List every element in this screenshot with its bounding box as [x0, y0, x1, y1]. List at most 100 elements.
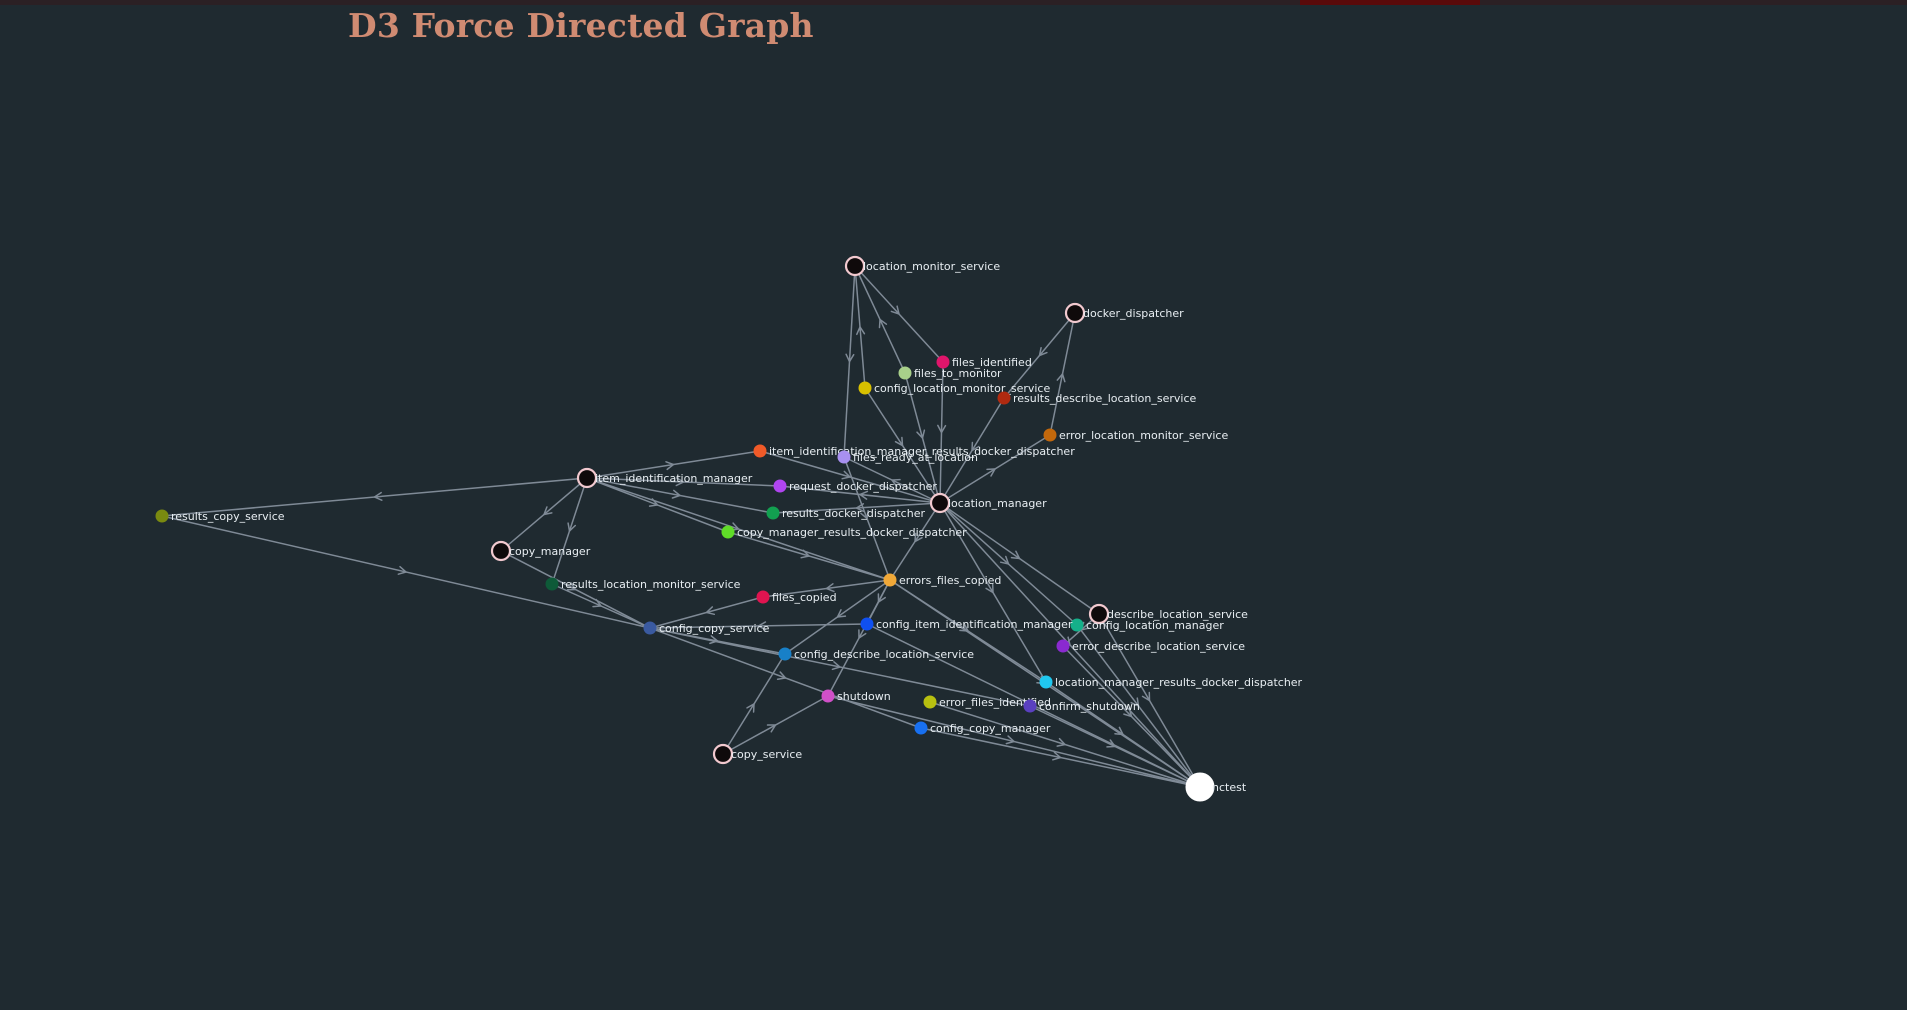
graph-node-docker-dispatcher[interactable]: docker_dispatcher [1064, 302, 1184, 324]
graph-link [843, 265, 856, 458]
node-circle[interactable] [721, 525, 735, 539]
node-circle[interactable] [898, 366, 912, 380]
node-circle[interactable] [1185, 772, 1215, 802]
node-label: location_manager [948, 497, 1047, 510]
graph-node-config-location-manager[interactable]: config_location_manager [1070, 618, 1225, 633]
node-label: copy_manager_results_docker_dispatcher [737, 526, 967, 539]
node-circle[interactable] [1064, 302, 1086, 324]
node-circle[interactable] [545, 577, 559, 591]
graph-node-files-ready-at-location[interactable]: files_ready_at_location [837, 450, 978, 465]
node-label: error_location_monitor_service [1059, 429, 1228, 442]
node-label: files_ready_at_location [853, 451, 978, 464]
graph-node-results-location-monitor-service[interactable]: results_location_monitor_service [545, 577, 741, 592]
graph-node-item-identification-manager[interactable]: item_identification_manager [576, 467, 753, 489]
graph-node-files-copied[interactable]: files_copied [756, 590, 837, 605]
graph-node-config-describe-location-service[interactable]: config_describe_location_service [778, 647, 975, 662]
node-circle[interactable] [756, 590, 770, 604]
graph-node-location-manager[interactable]: location_manager [929, 492, 1047, 514]
node-label: config_describe_location_service [794, 648, 974, 661]
graph-node-files-to-monitor[interactable]: files_to_monitor [898, 366, 1003, 381]
force-graph[interactable]: location_monitor_service docker_dispatche… [0, 0, 1907, 1010]
node-circle[interactable] [844, 255, 866, 277]
node-circle[interactable] [1039, 675, 1053, 689]
node-label: config_copy_service [659, 622, 770, 635]
node-label: location_monitor_service [863, 260, 1000, 273]
node-circle[interactable] [883, 573, 897, 587]
graph-node-error-describe-location-service[interactable]: error_describe_location_service [1056, 639, 1246, 654]
graph-node-copy-service[interactable]: copy_service [712, 743, 802, 765]
node-label: files_copied [772, 591, 837, 604]
graph-node-copy-manager[interactable]: copy_manager [490, 540, 591, 562]
graph-node-config-copy-manager[interactable]: config_copy_manager [914, 721, 1051, 736]
graph-node-nctest[interactable]: nctest [1185, 772, 1247, 802]
nodes-layer: location_monitor_service docker_dispatche… [155, 255, 1303, 802]
node-circle[interactable] [753, 444, 767, 458]
graph-node-config-copy-service[interactable]: config_copy_service [643, 621, 770, 636]
node-circle[interactable] [821, 689, 835, 703]
graph-link [939, 502, 1078, 626]
node-circle[interactable] [778, 647, 792, 661]
graph-node-request-docker-dispatcher[interactable]: request_docker_dispatcher [773, 479, 938, 494]
node-label: item_identification_manager [595, 472, 753, 485]
node-label: config_item_identification_manager [876, 618, 1073, 631]
node-circle[interactable] [1023, 699, 1037, 713]
node-label: shutdown [837, 690, 891, 703]
node-label: location_manager_results_docker_dispatch… [1055, 676, 1303, 689]
node-label: request_docker_dispatcher [789, 480, 937, 493]
node-circle[interactable] [766, 506, 780, 520]
graph-link [854, 265, 944, 363]
node-circle[interactable] [155, 509, 169, 523]
graph-link [551, 477, 588, 585]
graph-link [939, 502, 1100, 615]
node-label: config_copy_manager [930, 722, 1051, 735]
graph-link [722, 653, 786, 755]
node-circle[interactable] [773, 479, 787, 493]
node-circle[interactable] [914, 721, 928, 735]
graph-link [500, 477, 588, 552]
graph-link [586, 477, 729, 533]
graph-node-results-docker-dispatcher[interactable]: results_docker_dispatcher [766, 506, 926, 521]
graph-node-location-manager-results-docker-dispatcher[interactable]: location_manager_results_docker_dispatch… [1039, 675, 1303, 690]
graph-link [161, 515, 651, 629]
graph-link [722, 695, 829, 755]
graph-node-results-describe-location-service[interactable]: results_describe_location_service [997, 391, 1197, 406]
node-label: results_location_monitor_service [561, 578, 741, 591]
node-circle[interactable] [576, 467, 598, 489]
node-circle[interactable] [858, 381, 872, 395]
graph-link [649, 627, 922, 729]
graph-node-error-location-monitor-service[interactable]: error_location_monitor_service [1043, 428, 1229, 443]
node-circle[interactable] [1043, 428, 1057, 442]
node-label: errors_files_copied [899, 574, 1001, 587]
graph-link [1049, 312, 1076, 436]
graph-node-copy-manager-results-docker-dispatcher[interactable]: copy_manager_results_docker_dispatcher [721, 525, 968, 540]
graph-link [889, 579, 1047, 683]
node-circle[interactable] [490, 540, 512, 562]
graph-node-shutdown[interactable]: shutdown [821, 689, 891, 704]
node-circle[interactable] [997, 391, 1011, 405]
graph-node-config-item-identification-manager[interactable]: config_item_identification_manager [860, 617, 1073, 632]
graph-node-results-copy-service[interactable]: results_copy_service [155, 509, 285, 524]
graph-node-confirm-shutdown[interactable]: confirm_shutdown [1023, 699, 1140, 714]
node-label: results_copy_service [171, 510, 285, 523]
node-circle[interactable] [1070, 618, 1084, 632]
node-label: nctest [1212, 781, 1247, 794]
graph-node-location-monitor-service[interactable]: location_monitor_service [844, 255, 1000, 277]
graph-link [727, 531, 891, 581]
graph-link [827, 579, 891, 697]
node-circle[interactable] [923, 695, 937, 709]
node-label: docker_dispatcher [1083, 307, 1184, 320]
node-circle[interactable] [712, 743, 734, 765]
node-label: results_docker_dispatcher [782, 507, 925, 520]
node-circle[interactable] [1056, 639, 1070, 653]
graph-link [827, 695, 1201, 788]
node-circle[interactable] [837, 450, 851, 464]
node-circle[interactable] [929, 492, 951, 514]
graph-node-errors-files-copied[interactable]: errors_files_copied [883, 573, 1002, 588]
node-label: confirm_shutdown [1039, 700, 1140, 713]
graph-link [920, 727, 1201, 788]
node-label: copy_service [731, 748, 802, 761]
node-label: copy_manager [509, 545, 591, 558]
node-circle[interactable] [860, 617, 874, 631]
node-circle[interactable] [643, 621, 657, 635]
node-label: error_describe_location_service [1072, 640, 1245, 653]
